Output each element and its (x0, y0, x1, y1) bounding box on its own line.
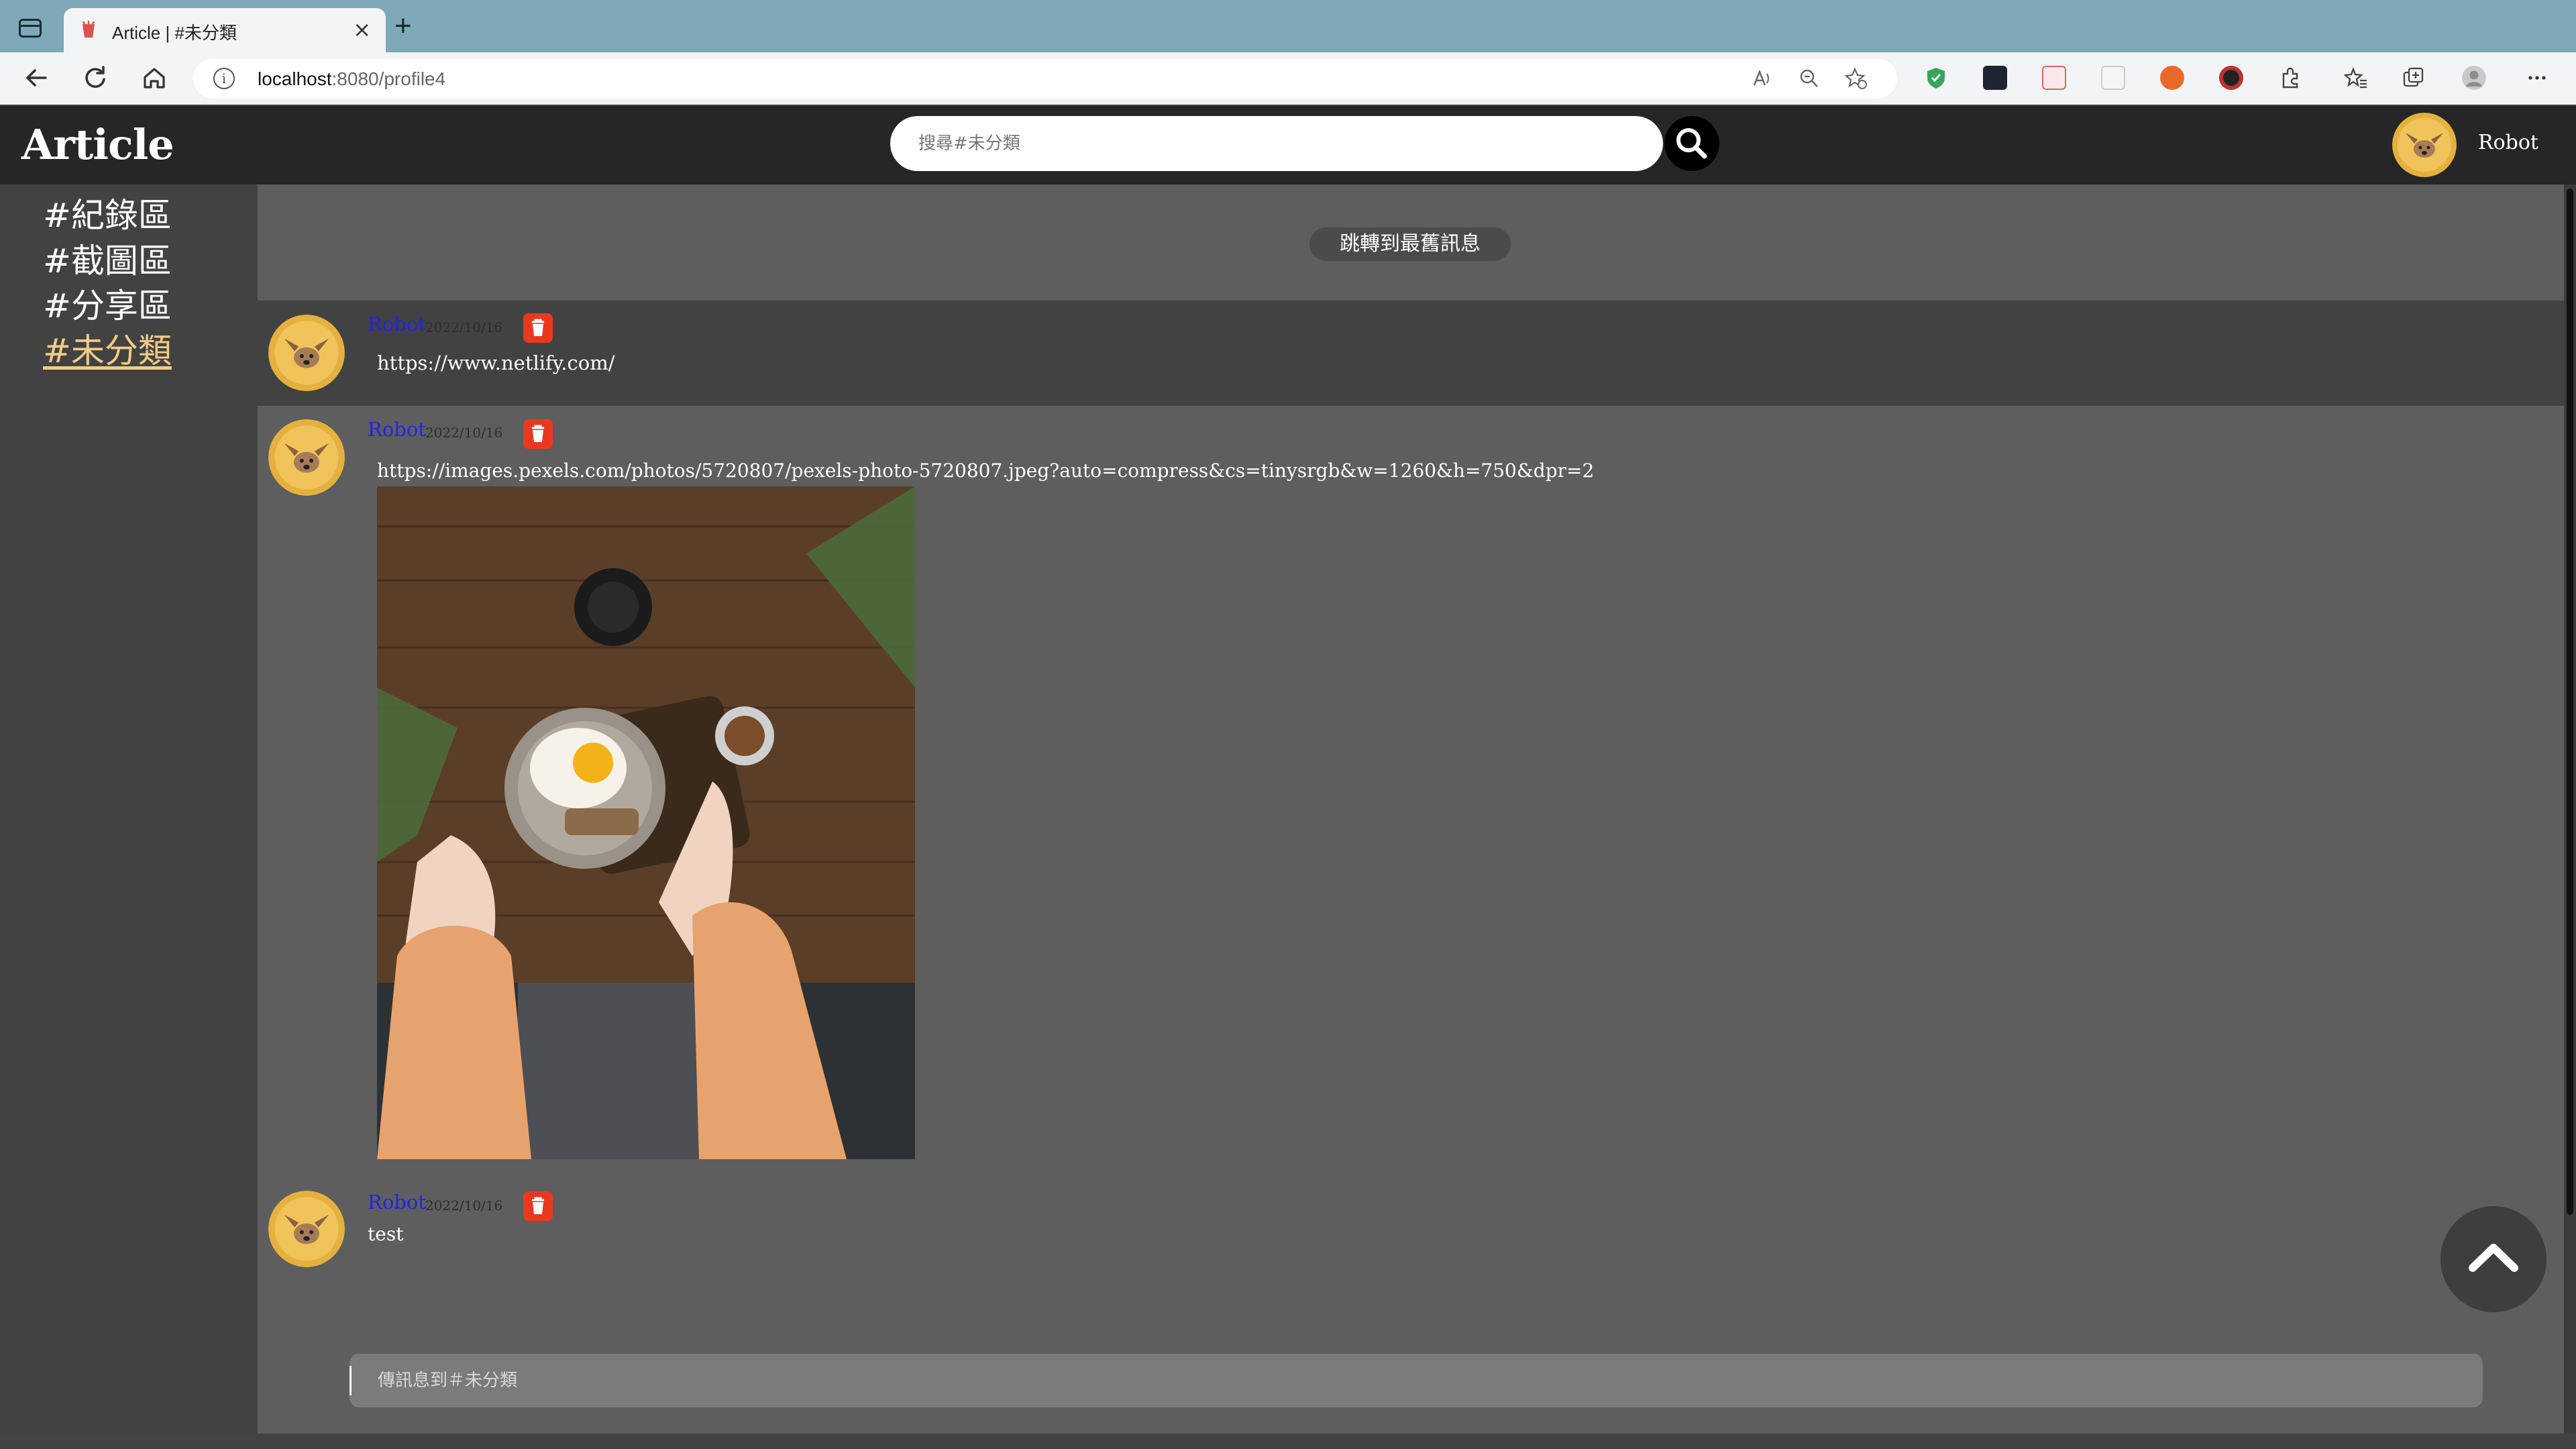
pdf-extension-icon[interactable] (2042, 66, 2066, 90)
user-avatar[interactable] (2392, 113, 2457, 177)
delete-message-icon[interactable] (523, 313, 553, 343)
message-composer (350, 1354, 2483, 1407)
site-info-icon[interactable]: i (213, 68, 235, 89)
favicon-icon (82, 21, 95, 38)
extensions-puzzle-icon[interactable] (2278, 66, 2302, 90)
browser-toolbar: i localhost:8080/profile4 (0, 52, 2576, 105)
message-date: 2022/10/16 (425, 1197, 503, 1214)
channel-uncategorized[interactable]: #未分類 (43, 324, 172, 372)
channel-share[interactable]: #分享區 (43, 279, 172, 327)
message-input[interactable] (376, 1354, 2456, 1407)
message-avatar[interactable] (268, 1191, 345, 1267)
grid-extension-icon[interactable] (2101, 66, 2125, 90)
new-tab-icon[interactable]: + (394, 9, 412, 43)
bottom-strip (0, 1434, 2576, 1449)
delete-message-icon[interactable] (523, 419, 553, 449)
user-name[interactable]: Robot (2478, 131, 2538, 154)
shield-extension-icon[interactable] (1924, 66, 1948, 90)
search-input[interactable] (917, 116, 1642, 171)
channel-record[interactable]: #紀錄區 (43, 189, 172, 237)
message-avatar[interactable] (268, 419, 345, 496)
favorite-add-icon[interactable] (1845, 67, 1868, 90)
app-logo[interactable]: Article (21, 120, 174, 169)
reload-icon[interactable] (80, 63, 110, 93)
zoom-out-icon[interactable] (1798, 67, 1821, 90)
message-text[interactable]: https://images.pexels.com/photos/5720807… (377, 460, 1594, 482)
browser-tab-active[interactable]: Article | #未分類 × (64, 8, 386, 52)
url-host: localhost (258, 68, 332, 89)
more-menu-icon[interactable] (2525, 66, 2549, 90)
message-author[interactable]: Robot (368, 1191, 426, 1214)
message-date: 2022/10/16 (425, 319, 503, 335)
fox-extension-icon[interactable] (2160, 66, 2184, 90)
message-author[interactable]: Robot (368, 313, 426, 335)
app-header: Article Robot (0, 105, 2576, 184)
text-caret (350, 1366, 352, 1395)
message-image[interactable] (377, 486, 915, 1159)
favorites-icon[interactable] (2344, 66, 2368, 90)
profile-icon[interactable] (2462, 66, 2486, 90)
channel-sidebar: #紀錄區 #截圖區 #分享區 #未分類 (0, 184, 258, 1434)
home-icon[interactable] (140, 63, 169, 93)
tab-close-icon[interactable]: × (353, 17, 371, 42)
delete-message-icon[interactable] (523, 1191, 553, 1221)
scrollbar-thumb[interactable] (2567, 189, 2573, 1215)
message-item: Robot 2022/10/16 https://www.netlify.com… (258, 301, 2565, 406)
address-bar[interactable]: i localhost:8080/profile4 (193, 58, 1897, 99)
back-icon[interactable] (21, 63, 51, 93)
page-scrollbar[interactable] (2564, 184, 2576, 1434)
message-item: Robot 2022/10/16 test (258, 1171, 2565, 1332)
search-button[interactable] (1664, 116, 1719, 171)
jump-to-oldest-button[interactable]: 跳轉到最舊訊息 (1309, 227, 1511, 261)
dark-extension-icon[interactable] (1983, 66, 2007, 90)
message-avatar[interactable] (268, 315, 345, 391)
search-box (890, 116, 1663, 171)
browser-tab-bar: Article | #未分類 × + (0, 0, 2576, 52)
message-text[interactable]: test (368, 1223, 403, 1245)
message-text[interactable]: https://www.netlify.com/ (377, 352, 615, 374)
tab-title: Article | #未分類 (112, 23, 237, 43)
channel-screenshot[interactable]: #截圖區 (43, 234, 172, 282)
scroll-to-top-button[interactable] (2440, 1206, 2546, 1312)
sidebar-toggle-icon[interactable] (19, 19, 42, 38)
url-path: :8080/profile4 (331, 68, 446, 89)
read-aloud-icon[interactable] (1751, 67, 1774, 90)
collections-icon[interactable] (2402, 66, 2426, 90)
record-extension-icon[interactable] (2219, 66, 2243, 90)
url-text: localhost:8080/profile4 (258, 68, 445, 90)
message-author[interactable]: Robot (368, 418, 426, 441)
message-date: 2022/10/16 (425, 425, 503, 441)
